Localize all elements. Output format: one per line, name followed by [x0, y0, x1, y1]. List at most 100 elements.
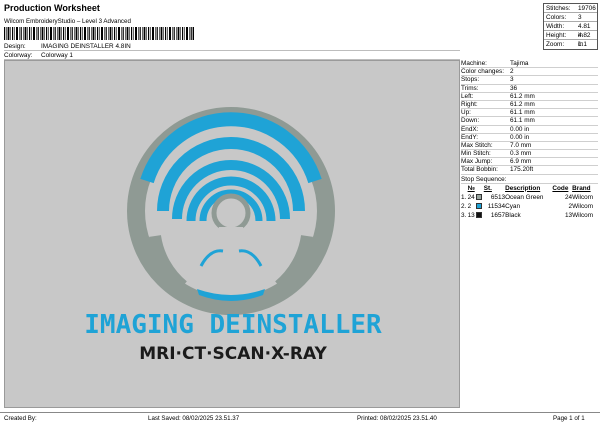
design-label: Design: [4, 43, 26, 50]
stop-brand: Wilcom [572, 193, 594, 201]
stat-row: Width: 4.81 in [544, 22, 597, 39]
barcode [4, 27, 194, 40]
col-code: Code [552, 184, 569, 192]
stop-sequence-title: Stop Sequence: [461, 175, 598, 184]
stop-index: 2. [461, 202, 467, 210]
machine-value: 61.2 mm [510, 100, 535, 108]
stat-value: 1:1 [578, 41, 587, 48]
machine-row: Machine: Tajima [461, 60, 598, 69]
stop-row: 3. 13 1657 Black 13 Wilcom [461, 211, 598, 220]
design-info: Design: IMAGING DEINSTALLER 4.8IN Colorw… [4, 42, 460, 60]
machine-panel: Machine: Tajima Color changes: 2 Stops: 3 Trim… [461, 60, 598, 220]
printed-date: Printed: 08/02/2025 23.51.40 [357, 415, 437, 422]
stat-label: Zoom: [546, 41, 565, 48]
stop-code: 2 [568, 202, 573, 210]
logo-circle [127, 107, 335, 315]
stat-row: Stitches: 19706 [544, 4, 597, 13]
swatch-icon [476, 202, 483, 209]
color-swatch [476, 193, 483, 202]
stop-stitches: 6513 [490, 193, 506, 201]
swatch-icon [476, 193, 483, 200]
created-by: Created By: [4, 415, 37, 422]
machine-value: 61.2 mm [510, 92, 535, 100]
stat-label: Colors: [546, 14, 567, 21]
machine-label: Down: [461, 117, 480, 125]
col-number: № [467, 184, 475, 192]
machine-row: EndX: 0.00 in [461, 126, 598, 134]
machine-label: Max Stitch: [461, 141, 493, 149]
machine-label: Trims: [461, 84, 479, 92]
stop-index: 1. [461, 193, 467, 201]
design-preview: IMAGING DEINSTALLER MRI·CT·SCAN·X-RAY [4, 60, 460, 408]
embroidery-design: IMAGING DEINSTALLER MRI·CT·SCAN·X-RAY [84, 107, 382, 364]
col-index [461, 184, 468, 193]
machine-value: 0.00 in [510, 125, 530, 133]
stat-label: Stitches: [546, 5, 571, 12]
stop-description: Black [505, 211, 521, 219]
last-saved: Last Saved: 08/02/2025 23.51.37 [148, 415, 240, 422]
machine-row: Max Stitch: 7.0 mm [461, 141, 598, 151]
design-row: Design: IMAGING DEINSTALLER 4.8IN [4, 42, 460, 51]
page-number: Page 1 of 1 [553, 415, 585, 422]
machine-label: Left: [461, 92, 474, 100]
stat-value: 4.82 in [578, 32, 591, 48]
stat-label: Height: [546, 32, 567, 39]
swatch-icon [476, 211, 483, 218]
machine-value: 61.1 mm [510, 109, 535, 117]
stop-number: 24 [467, 193, 475, 201]
colorway-label: Colorway: [4, 52, 33, 59]
design-text-sub: MRI·CT·SCAN·X-RAY [139, 344, 327, 364]
stop-row: 2. 2 11534 Cyan 2 Wilcom [461, 202, 598, 211]
colorway-row: Colorway: Colorway 1 [4, 51, 460, 60]
stop-code: 24 [565, 193, 573, 201]
stop-stitches: 11534 [487, 202, 506, 210]
machine-label: Total Bobbin: [461, 166, 498, 174]
stop-description: Cyan [505, 202, 520, 210]
stop-index: 3. [461, 211, 467, 219]
stop-code: 13 [565, 211, 573, 219]
machine-value: 0.00 in [510, 133, 530, 141]
machine-row: Left: 61.2 mm [461, 93, 598, 101]
machine-row: Color changes: 2 [461, 68, 598, 77]
col-swatch [476, 184, 483, 193]
machine-label: Max Jump: [461, 158, 493, 166]
machine-label: Right: [461, 100, 478, 108]
stop-row: 1. 24 6513 Ocean Green 24 Wilcom [461, 193, 598, 202]
page-title: Production Worksheet [4, 3, 100, 13]
machine-row: EndY: 0.00 in [461, 134, 598, 142]
machine-label: Color changes: [461, 68, 504, 76]
machine-value: 7.0 mm [510, 141, 532, 149]
col-stitches: St. [483, 184, 492, 192]
stop-number: 2 [467, 202, 472, 210]
machine-value: 61.1 mm [510, 117, 535, 125]
machine-row: Down: 61.1 mm [461, 117, 598, 126]
design-value: IMAGING DEINSTALLER 4.8IN [41, 43, 131, 50]
machine-value: 3 [510, 76, 514, 84]
machine-value: Tajima [510, 60, 529, 67]
machine-value: 6.9 mm [510, 158, 532, 166]
stat-value: 19706 [578, 5, 596, 12]
machine-value: 0.3 mm [510, 150, 532, 158]
stop-description: Ocean Green [505, 193, 544, 201]
machine-row: Total Bobbin: 175.20ft [461, 166, 598, 175]
machine-row: Stops: 3 [461, 76, 598, 85]
col-description: Description [505, 184, 541, 192]
machine-stats: Machine: Tajima Color changes: 2 Stops: 3 Trim… [461, 60, 598, 175]
stat-label: Width: [546, 23, 565, 30]
stat-value: 3 [578, 14, 582, 21]
colorway-value: Colorway 1 [41, 52, 73, 59]
stop-stitches: 1657 [490, 211, 506, 219]
col-brand: Brand [572, 184, 591, 192]
stat-row: Colors: 3 [544, 13, 597, 22]
machine-value: 175.20ft [510, 166, 534, 174]
stop-number: 13 [467, 211, 475, 219]
machine-row: Trims: 36 [461, 85, 598, 93]
machine-label: EndX: [461, 125, 479, 133]
color-swatch [476, 202, 483, 211]
stop-brand: Wilcom [572, 211, 594, 219]
stats-box: Stitches: 19706 Colors: 3 Width: 4.81 in He… [543, 3, 598, 50]
machine-value: 2 [510, 68, 514, 76]
design-text-main: IMAGING DEINSTALLER [84, 310, 382, 340]
footer: Created By: Last Saved: 08/02/2025 23.51… [0, 412, 600, 424]
stat-row: Height: 4.82 in [544, 31, 597, 48]
